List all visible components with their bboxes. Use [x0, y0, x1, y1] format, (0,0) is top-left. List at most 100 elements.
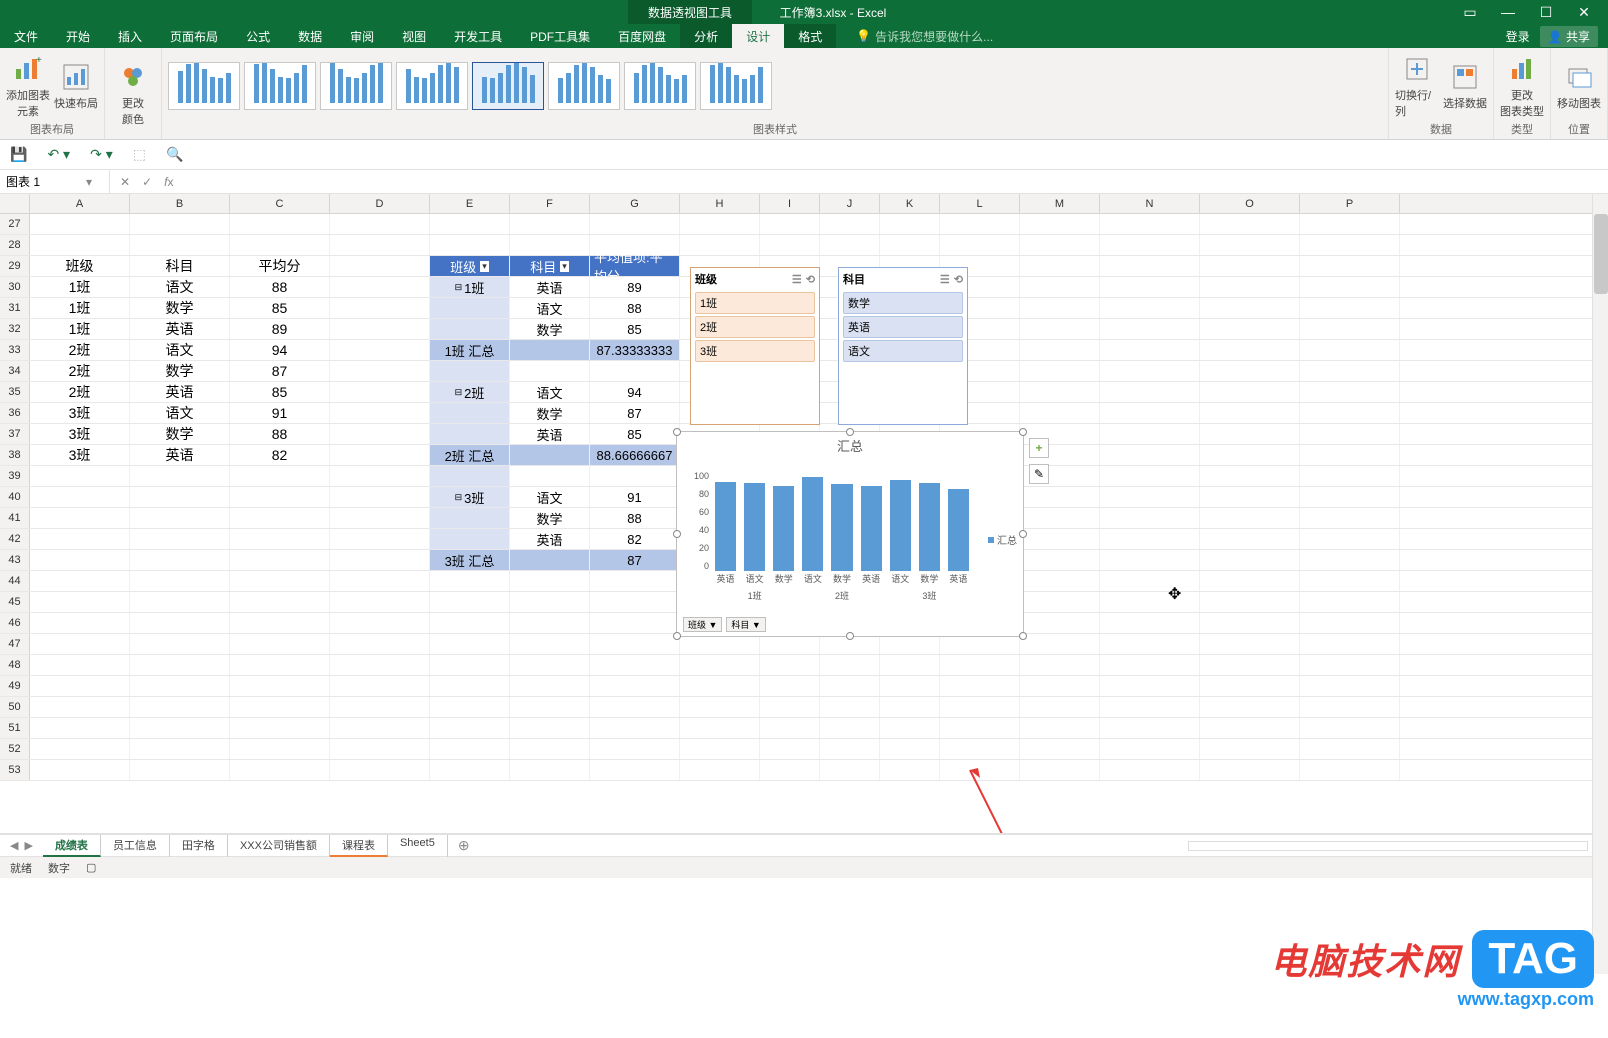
cell[interactable]: 87.33333333 — [590, 340, 680, 360]
cell[interactable] — [30, 529, 130, 549]
cell[interactable] — [1100, 697, 1200, 717]
cell[interactable] — [330, 613, 430, 633]
cell[interactable] — [330, 739, 430, 759]
sheet-tab[interactable]: 成绩表 — [43, 835, 101, 857]
cell[interactable] — [130, 718, 230, 738]
cell[interactable] — [1200, 319, 1300, 339]
quick-layout-button[interactable]: 快速布局 — [54, 61, 98, 111]
cell[interactable] — [1300, 508, 1400, 528]
slicer-item[interactable]: 数学 — [843, 292, 963, 314]
slicer-subject[interactable]: 科目 ☰⟲ 数学英语语文 — [838, 267, 968, 425]
cell[interactable] — [1300, 445, 1400, 465]
column-header[interactable]: F — [510, 194, 590, 213]
cell[interactable] — [680, 214, 760, 234]
vertical-scrollbar[interactable] — [1592, 194, 1608, 974]
cell[interactable]: 语文 — [510, 298, 590, 318]
cell[interactable] — [1300, 655, 1400, 675]
cell[interactable] — [1020, 571, 1100, 591]
cell[interactable] — [330, 361, 430, 381]
cell[interactable] — [330, 697, 430, 717]
cell[interactable] — [330, 676, 430, 696]
column-header[interactable]: A — [30, 194, 130, 213]
fx-icon[interactable]: fx — [164, 175, 173, 189]
cell[interactable] — [880, 655, 940, 675]
cell[interactable] — [1300, 676, 1400, 696]
column-header[interactable]: G — [590, 194, 680, 213]
cell[interactable]: ⊟3班 — [430, 487, 510, 507]
tab-analyze[interactable]: 分析 — [680, 24, 732, 48]
cell[interactable]: 85 — [230, 298, 330, 318]
cell[interactable] — [230, 235, 330, 255]
cell[interactable] — [590, 655, 680, 675]
tab-insert[interactable]: 插入 — [104, 24, 156, 48]
cell[interactable] — [1300, 277, 1400, 297]
cell[interactable] — [680, 697, 760, 717]
cell[interactable] — [130, 529, 230, 549]
cell[interactable]: 88 — [230, 424, 330, 444]
cell[interactable] — [590, 466, 680, 486]
cell[interactable] — [1100, 760, 1200, 780]
cell[interactable] — [760, 676, 820, 696]
cell[interactable]: 科目 ▾ — [510, 256, 590, 276]
cell[interactable] — [760, 214, 820, 234]
cell[interactable] — [880, 235, 940, 255]
cell[interactable]: 1班 — [30, 277, 130, 297]
cell[interactable] — [590, 718, 680, 738]
row-header[interactable]: 28 — [0, 235, 30, 255]
cell[interactable] — [1100, 592, 1200, 612]
cell[interactable] — [940, 718, 1020, 738]
cell[interactable] — [1020, 256, 1100, 276]
cell[interactable] — [760, 697, 820, 717]
cell[interactable] — [1200, 550, 1300, 570]
cell[interactable] — [590, 214, 680, 234]
cell[interactable] — [330, 256, 430, 276]
cell[interactable] — [130, 592, 230, 612]
row-header[interactable]: 43 — [0, 550, 30, 570]
cell[interactable] — [430, 403, 510, 423]
row-header[interactable]: 36 — [0, 403, 30, 423]
cell[interactable] — [760, 235, 820, 255]
cell[interactable] — [1300, 613, 1400, 633]
cell[interactable] — [130, 739, 230, 759]
cell[interactable] — [1020, 592, 1100, 612]
cell[interactable] — [510, 235, 590, 255]
row-header[interactable]: 29 — [0, 256, 30, 276]
cell[interactable] — [590, 760, 680, 780]
cell[interactable] — [510, 613, 590, 633]
cell[interactable] — [330, 214, 430, 234]
cell[interactable] — [1300, 235, 1400, 255]
cell[interactable] — [1200, 361, 1300, 381]
cell[interactable]: 数学 — [510, 508, 590, 528]
cell[interactable] — [130, 655, 230, 675]
cell[interactable]: 2班 — [30, 340, 130, 360]
horizontal-scrollbar[interactable] — [1188, 841, 1588, 851]
maximize-icon[interactable]: ☐ — [1532, 2, 1560, 22]
cell[interactable] — [1300, 529, 1400, 549]
cancel-formula-icon[interactable]: ✕ — [120, 175, 130, 189]
clear-filter-icon[interactable]: ⟲ — [806, 273, 815, 286]
cell[interactable] — [130, 676, 230, 696]
cell[interactable] — [230, 634, 330, 654]
cell[interactable] — [510, 676, 590, 696]
column-header[interactable]: O — [1200, 194, 1300, 213]
cell[interactable] — [1100, 361, 1200, 381]
cell[interactable] — [940, 697, 1020, 717]
change-colors-button[interactable]: 更改 颜色 — [111, 61, 155, 127]
cell[interactable] — [230, 214, 330, 234]
worksheet-grid[interactable]: ABCDEFGHIJKLMNOP 272829班级科目平均分班级 ▾科目 ▾平均… — [0, 194, 1608, 834]
cell[interactable] — [1020, 340, 1100, 360]
sheet-tab[interactable]: Sheet5 — [388, 835, 448, 857]
cell[interactable] — [30, 592, 130, 612]
slicer-class[interactable]: 班级 ☰⟲ 1班2班3班 — [690, 267, 820, 425]
cell[interactable] — [1300, 214, 1400, 234]
cell[interactable] — [680, 634, 760, 654]
cell[interactable] — [1200, 466, 1300, 486]
cell[interactable] — [1300, 760, 1400, 780]
cell[interactable]: 94 — [230, 340, 330, 360]
cell[interactable] — [760, 655, 820, 675]
tab-review[interactable]: 审阅 — [336, 24, 388, 48]
cell[interactable] — [590, 697, 680, 717]
cell[interactable] — [510, 571, 590, 591]
cell[interactable] — [430, 508, 510, 528]
sheet-tab[interactable]: XXX公司销售额 — [228, 835, 330, 857]
